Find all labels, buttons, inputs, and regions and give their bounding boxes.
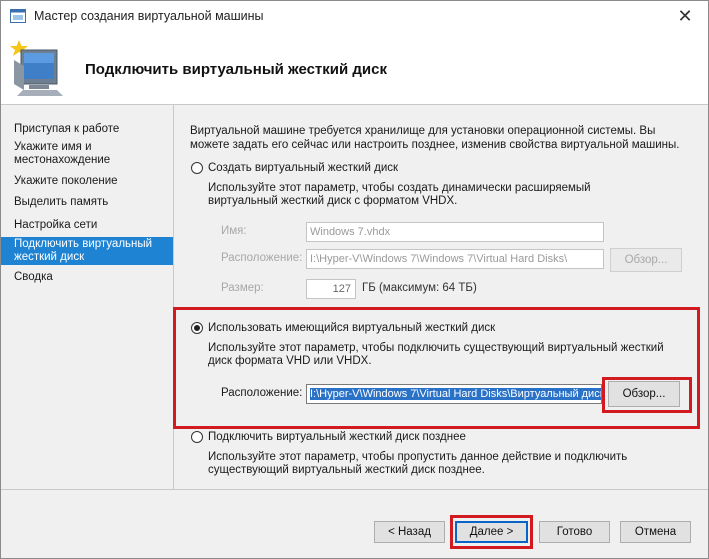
window-title: Мастер создания виртуальной машины bbox=[34, 9, 264, 23]
nav-item-generation[interactable]: Укажите поколение bbox=[1, 175, 173, 188]
later-disk-radio[interactable] bbox=[191, 431, 203, 443]
location-label-disabled: Расположение: bbox=[221, 252, 303, 264]
later-disk-description: Используйте этот параметр, чтобы пропуст… bbox=[208, 451, 628, 476]
footer-divider bbox=[1, 489, 708, 490]
nav-item-name-location[interactable]: Укажите имя и местонахождение bbox=[1, 141, 173, 167]
create-disk-radio[interactable] bbox=[191, 162, 203, 174]
later-disk-label[interactable]: Подключить виртуальный жесткий диск позд… bbox=[208, 431, 466, 443]
page-title: Подключить виртуальный жесткий диск bbox=[85, 61, 387, 78]
wizard-computer-icon bbox=[10, 40, 63, 96]
intro-text: Виртуальной машине требуется хранилище д… bbox=[190, 125, 680, 151]
hyper-v-window-icon bbox=[10, 9, 26, 23]
wizard-window: Мастер создания виртуальной машины ✕ Под… bbox=[0, 0, 709, 559]
wizard-steps-nav: Приступая к работе Укажите имя и местона… bbox=[1, 105, 174, 490]
create-disk-description: Используйте этот параметр, чтобы создать… bbox=[208, 182, 591, 207]
nav-item-getting-started[interactable]: Приступая к работе bbox=[1, 123, 173, 136]
existing-disk-label[interactable]: Использовать имеющийся виртуальный жестк… bbox=[208, 322, 495, 334]
name-field[interactable]: Windows 7.vhdx bbox=[306, 222, 604, 242]
title-bar: Мастер создания виртуальной машины ✕ bbox=[1, 1, 708, 32]
close-button[interactable]: ✕ bbox=[672, 5, 698, 29]
back-button[interactable]: < Назад bbox=[374, 521, 445, 543]
wizard-content: Виртуальной машине требуется хранилище д… bbox=[174, 105, 708, 490]
location-field-disabled[interactable]: I:\Hyper-V\Windows 7\Windows 7\Virtual H… bbox=[306, 249, 604, 269]
size-unit-label: ГБ (максимум: 64 ТБ) bbox=[362, 282, 477, 294]
nav-item-summary[interactable]: Сводка bbox=[1, 271, 173, 284]
browse-button-disabled[interactable]: Обзор... bbox=[610, 248, 682, 272]
nav-item-connect-disk[interactable]: Подключить виртуальный жесткий диск bbox=[1, 237, 173, 265]
existing-disk-radio[interactable] bbox=[191, 322, 203, 334]
name-label: Имя: bbox=[221, 225, 247, 237]
location-label: Расположение: bbox=[221, 387, 303, 399]
nav-item-network[interactable]: Настройка сети bbox=[1, 219, 173, 232]
location-field[interactable]: I:\Hyper-V\Windows 7\Virtual Hard Disks\… bbox=[306, 384, 602, 404]
finish-button[interactable]: Готово bbox=[539, 521, 610, 543]
browse-button[interactable]: Обзор... bbox=[608, 381, 680, 407]
create-disk-label[interactable]: Создать виртуальный жесткий диск bbox=[208, 162, 398, 174]
wizard-header: Подключить виртуальный жесткий диск bbox=[1, 32, 708, 105]
size-label: Размер: bbox=[221, 282, 264, 294]
next-button[interactable]: Далее > bbox=[455, 521, 528, 543]
existing-disk-description: Используйте этот параметр, чтобы подключ… bbox=[208, 342, 664, 367]
location-field-value: I:\Hyper-V\Windows 7\Virtual Hard Disks\… bbox=[310, 388, 601, 400]
nav-item-memory[interactable]: Выделить память bbox=[1, 196, 173, 209]
size-field[interactable]: 127 bbox=[306, 279, 356, 299]
cancel-button[interactable]: Отмена bbox=[620, 521, 691, 543]
